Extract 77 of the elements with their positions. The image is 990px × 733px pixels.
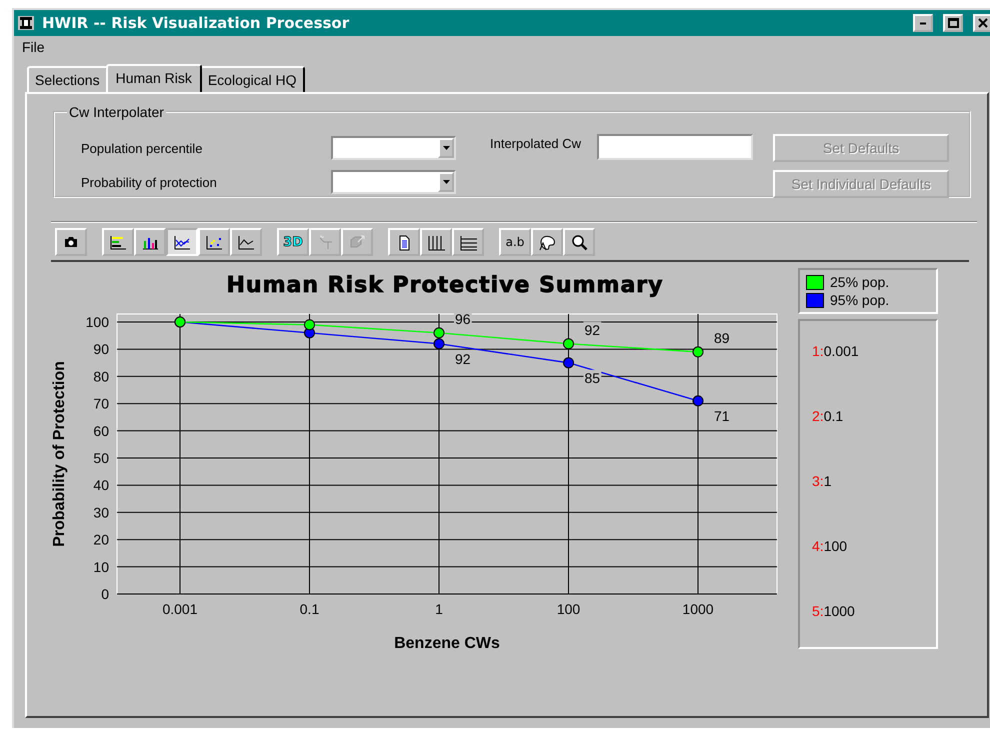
category-number: 2: <box>812 408 824 426</box>
bar-chart-button[interactable] <box>134 228 166 256</box>
close-icon <box>978 18 988 28</box>
category-label: 1000 <box>824 603 855 621</box>
y-tick-label: 20 <box>93 532 109 548</box>
data-label: 92 <box>455 350 471 367</box>
dropdown-field[interactable] <box>331 136 456 160</box>
category-number: 1: <box>812 343 824 361</box>
search-button[interactable] <box>563 228 595 256</box>
y-tick-label: 80 <box>93 368 109 384</box>
y-tick-label: 10 <box>93 558 109 575</box>
copy-icon <box>348 234 366 250</box>
category-label: 100 <box>824 538 848 556</box>
dropdown-field[interactable] <box>331 170 456 194</box>
line-graph-icon <box>237 234 255 250</box>
legend-label: 95% pop. <box>830 292 890 308</box>
minimize-icon <box>919 22 927 24</box>
data-label: 89 <box>714 330 730 346</box>
line-chart-button[interactable] <box>166 228 198 256</box>
chart-title: Human Risk Protective Summary <box>226 273 664 298</box>
y-tick-label: 60 <box>93 422 109 439</box>
category-number: 3: <box>812 473 824 491</box>
line-chart-icon <box>173 234 191 250</box>
data-label-button[interactable]: a.b <box>499 228 531 256</box>
palette-icon <box>538 234 556 250</box>
tab[interactable]: Selections <box>27 66 108 92</box>
close-button[interactable] <box>973 14 990 32</box>
data-label: 92 <box>584 322 600 338</box>
data-label: 96 <box>455 310 471 327</box>
category-number: 4: <box>812 538 824 556</box>
category-number: 5: <box>812 603 824 621</box>
vertical-grid-icon <box>427 234 445 250</box>
horizontal-bar-chart-button[interactable] <box>102 228 134 256</box>
category-label: 1 <box>824 473 832 491</box>
maximize-button[interactable] <box>943 14 963 32</box>
search-icon <box>570 234 588 250</box>
y-tick-label: 100 <box>86 314 109 330</box>
y-tick-label: 0 <box>101 586 109 602</box>
y-tick-label: 40 <box>93 477 109 494</box>
scatter-chart-icon <box>205 234 223 250</box>
y-tick-label: 70 <box>93 396 109 412</box>
horizontal-grid-button[interactable] <box>452 228 484 256</box>
field-label: Population percentile <box>81 140 202 156</box>
camera-button[interactable] <box>55 228 87 256</box>
category-label: 0.001 <box>824 343 859 361</box>
tab[interactable]: Human Risk <box>106 64 202 92</box>
category-label: 0.1 <box>824 408 844 426</box>
x-axis-label: Benzene CWs <box>394 635 500 652</box>
x-tick-label: 100 <box>556 601 580 617</box>
maximize-icon <box>948 18 958 28</box>
y-tick-label: 30 <box>93 504 109 520</box>
app-icon <box>18 16 34 30</box>
y-tick-label: 50 <box>93 450 109 466</box>
y-tick-label: 90 <box>93 341 109 358</box>
x-tick-label: 0.1 <box>300 601 320 617</box>
window-title: HWIR -- Risk Visualization Processor <box>42 14 350 32</box>
document-button[interactable] <box>388 228 420 256</box>
data-label: 85 <box>584 370 600 386</box>
field-label: Interpolated Cw <box>490 136 582 151</box>
palette-button[interactable] <box>531 228 563 256</box>
tab[interactable]: Ecological HQ <box>200 66 305 92</box>
horizontal-bar-chart-icon <box>109 234 127 250</box>
x-tick-label: 1000 <box>682 601 714 617</box>
group-title: Cw Interpolater <box>68 104 165 120</box>
output-field[interactable] <box>597 134 754 160</box>
x-tick-label: 0.001 <box>162 601 198 617</box>
scatter-chart-button[interactable] <box>198 228 230 256</box>
x-tick-label: 1 <box>435 601 443 617</box>
line-graph-button[interactable] <box>230 228 262 256</box>
field-label: Probability of protection <box>81 174 217 190</box>
horizontal-grid-icon <box>459 234 477 250</box>
y-axis-label: Probability of Protection <box>51 361 68 547</box>
menu-item[interactable]: File <box>22 39 45 55</box>
legend-label: 25% pop. <box>830 274 890 290</box>
data-label: 71 <box>714 408 730 424</box>
vertical-grid-button[interactable] <box>420 228 452 256</box>
minimize-button[interactable] <box>913 14 933 32</box>
